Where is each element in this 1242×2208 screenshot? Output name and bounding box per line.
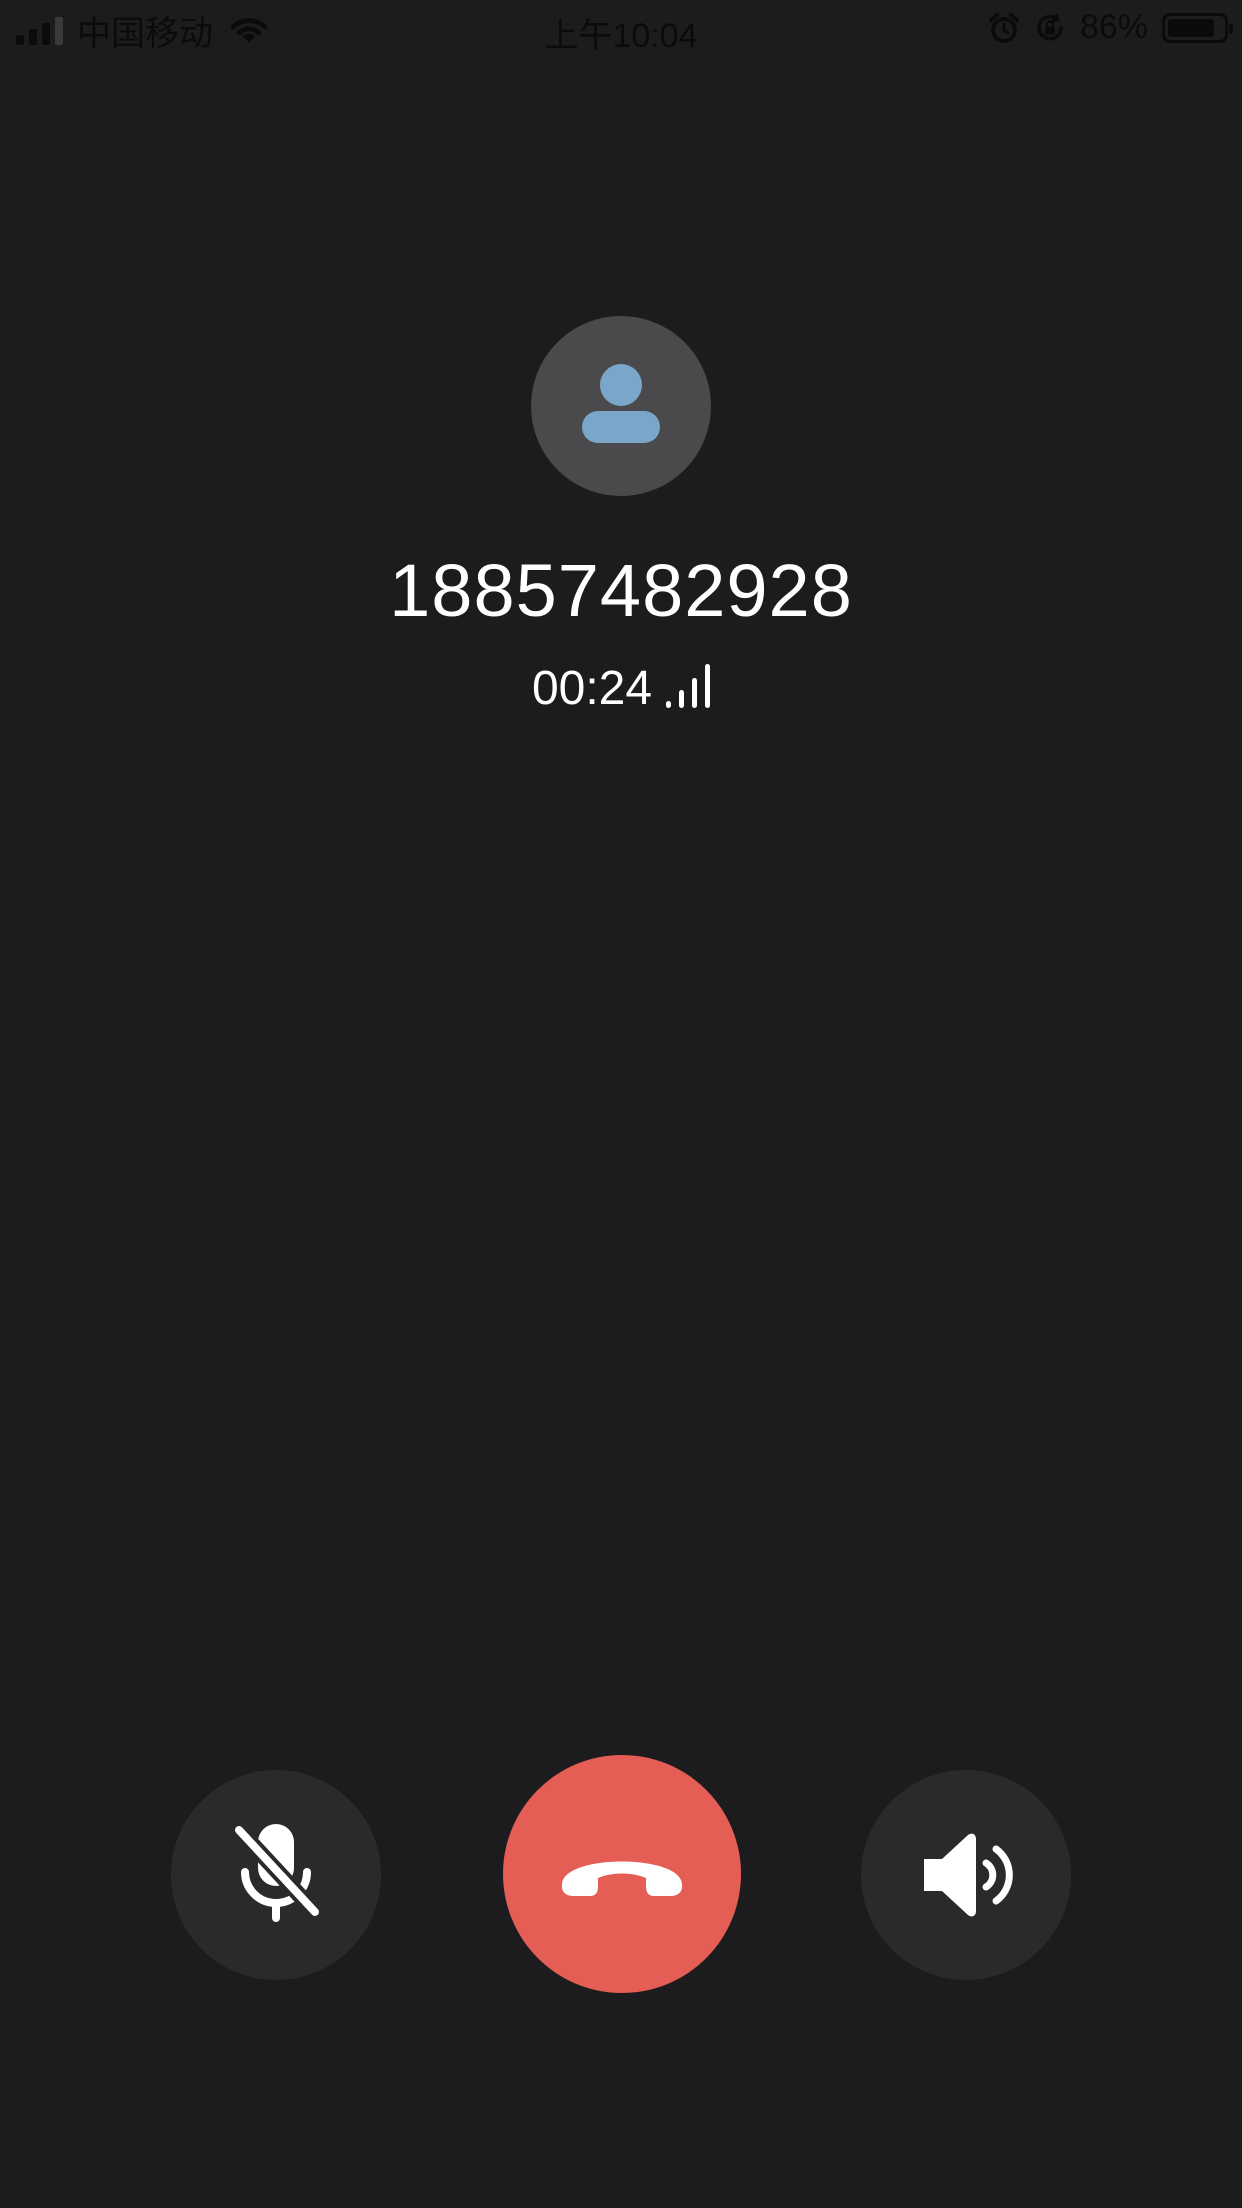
call-duration: 00:24	[531, 662, 653, 715]
speaker-button[interactable]	[861, 1770, 1071, 1980]
hang-up-phone-icon	[561, 1861, 683, 1896]
person-placeholder-icon	[582, 364, 660, 443]
hang-up-button[interactable]	[503, 1755, 741, 1993]
mute-button[interactable]	[171, 1770, 381, 1980]
battery-percent: 86%	[1079, 8, 1148, 46]
alarm-icon	[988, 12, 1019, 43]
status-bar: 中国移动 上午10:04 86%	[0, 0, 1242, 60]
caller-phone-number: 18857482928	[389, 549, 853, 632]
battery-level-fill	[1168, 18, 1215, 37]
battery-icon	[1162, 12, 1233, 43]
speaker-icon	[924, 1833, 1013, 1917]
microphone-muted-icon	[231, 1822, 321, 1922]
caller-avatar	[531, 316, 711, 496]
call-screen: 中国移动 上午10:04 86% 18857482928 00:24	[0, 0, 1242, 2208]
status-right: 86%	[988, 8, 1233, 47]
rotation-lock-icon	[1037, 13, 1063, 40]
call-status-row: 00:24	[0, 660, 1242, 716]
call-quality-bars-icon	[666, 660, 711, 716]
